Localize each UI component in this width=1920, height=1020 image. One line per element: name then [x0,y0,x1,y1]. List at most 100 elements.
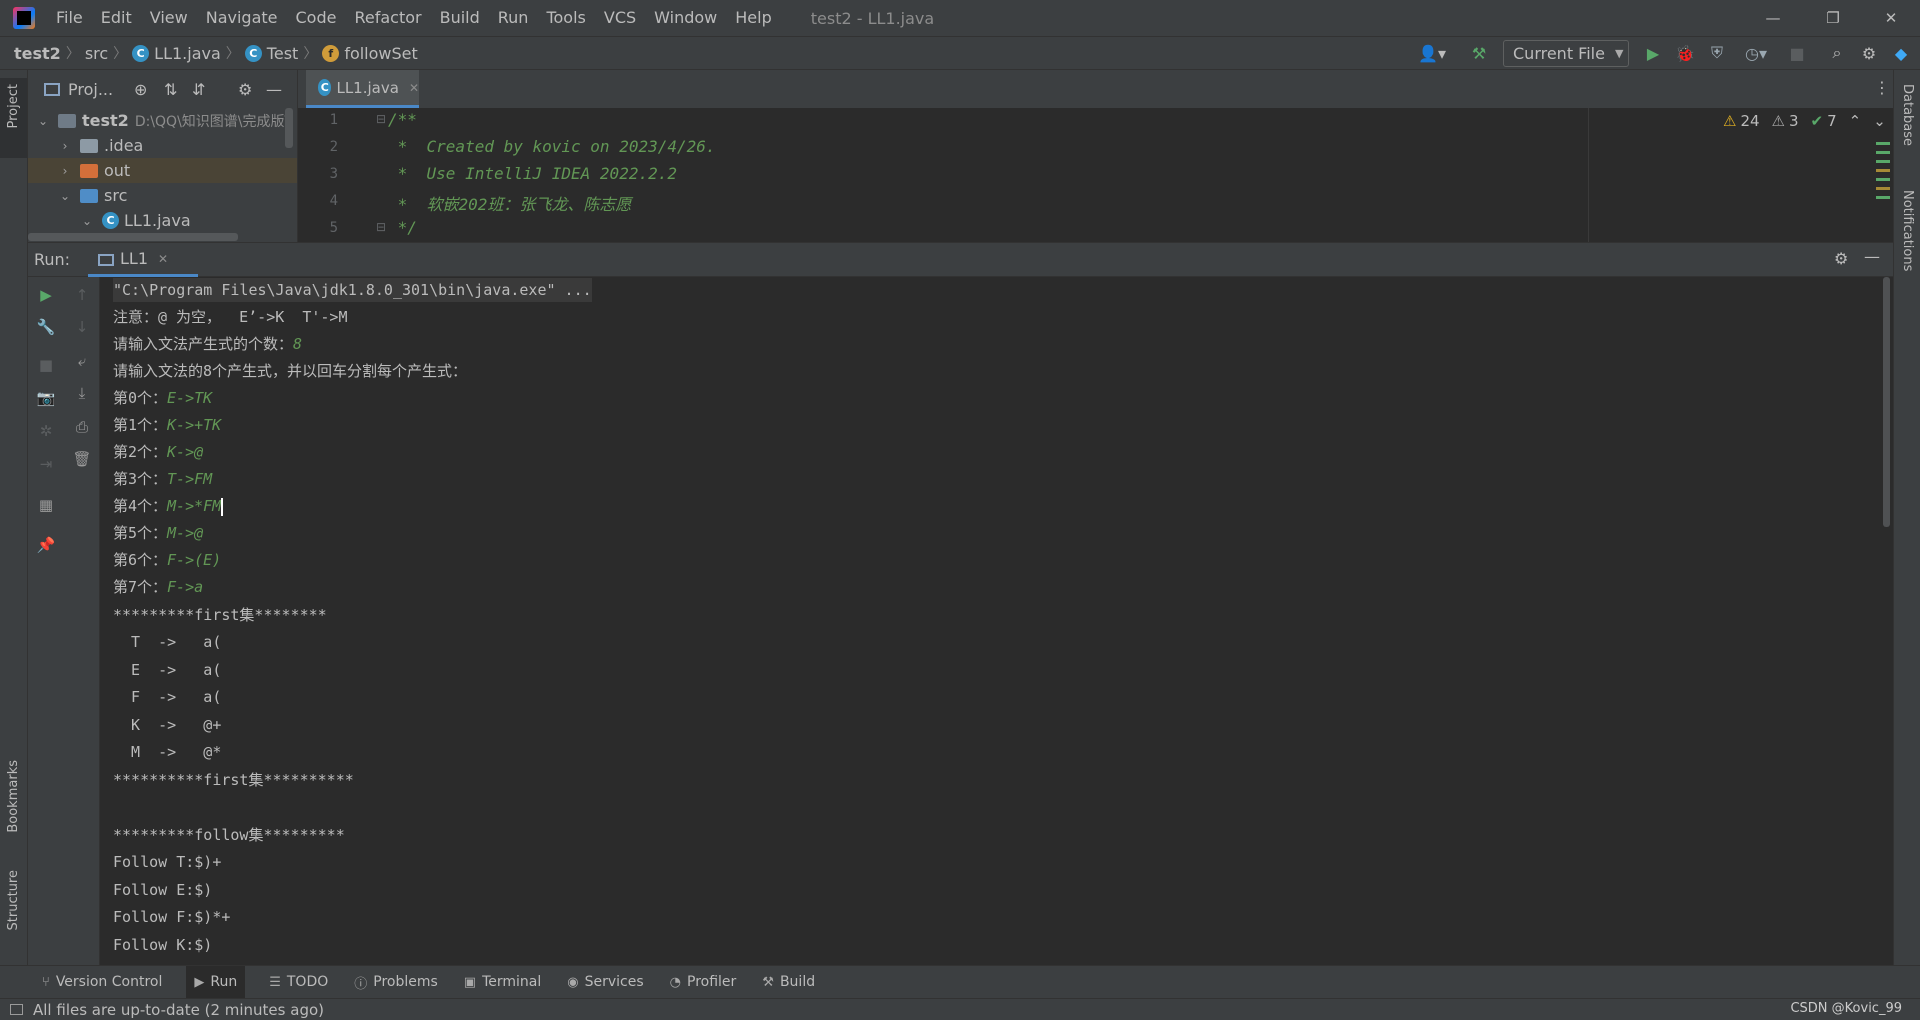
project-stripe-button[interactable]: Project [0,78,27,158]
close-icon[interactable]: ✕ [1868,0,1914,36]
build-button[interactable]: ⚒ Build [760,966,817,999]
problems-button[interactable]: ⓘ Problems [352,966,440,999]
soft-wrap-icon[interactable]: ⤶ [72,351,92,371]
print-icon[interactable]: ⎙ [72,417,92,437]
gear-icon[interactable]: ⚙ [1834,249,1848,268]
menu-refactor[interactable]: Refactor [345,0,430,36]
collapse-all-icon[interactable]: ⇵ [192,80,205,99]
locate-icon[interactable]: ⊕ [134,80,147,99]
tree-item-idea[interactable]: › .idea [28,133,297,158]
gear-icon[interactable]: ⚙ [1858,42,1880,64]
profiler-button[interactable]: ◔ Profiler [668,966,739,999]
rerun-icon[interactable]: ▶ [36,285,56,305]
tree-item-out[interactable]: › out [28,158,297,183]
scroll-to-end-icon[interactable]: ⤓ [72,383,92,403]
hide-icon[interactable]: — [266,80,282,99]
breadcrumb-method[interactable]: followSet [344,44,417,63]
previous-highlight-icon[interactable]: ⌃ [1849,112,1862,130]
stop-icon[interactable]: ■ [36,355,56,375]
editor-tab-ll1-java[interactable]: C LL1.java ✕ [306,70,419,108]
close-tab-icon[interactable]: ✕ [409,81,419,95]
stop-icon[interactable]: ■ [1786,42,1808,64]
menu-view[interactable]: View [141,0,197,36]
panel-toggle-icon[interactable] [10,1004,23,1015]
hide-icon[interactable]: — [1864,247,1880,266]
chevron-right-icon: › [62,138,68,153]
menu-run[interactable]: Run [489,0,538,36]
menu-code[interactable]: Code [287,0,346,36]
menu-window[interactable]: Window [645,0,726,36]
fold-icon[interactable]: ⊟ [376,220,386,234]
arrow-down-icon[interactable]: ↓ [72,317,92,337]
toolbox-icon[interactable]: ◆ [1890,42,1912,64]
camera-icon[interactable]: 📷 [36,388,56,408]
breadcrumb-project[interactable]: test2 [14,44,61,63]
pin-icon[interactable]: 📌 [36,535,56,555]
more-icon[interactable]: ⋮ [1874,78,1890,97]
bookmarks-stripe-label[interactable]: Bookmarks [6,760,21,833]
tree-item-ll1-java[interactable]: ⌄ C LL1.java [28,208,297,233]
notifications-stripe-label[interactable]: Notifications [1900,190,1915,271]
trash-icon[interactable]: 🗑 [72,449,92,469]
fold-icon[interactable]: ⊟ [376,112,386,126]
close-tab-icon[interactable]: ✕ [158,252,168,266]
breadcrumb-src[interactable]: src [85,44,108,63]
menu-file[interactable]: File [47,0,92,36]
restore-icon[interactable]: ❐ [1810,0,1856,36]
debug-icon[interactable]: 🐞 [1674,42,1696,64]
tree-item-test2[interactable]: ⌄ test2 D:\QQ\知识图谱\完成版\ [28,108,297,133]
run-configuration-select[interactable]: Current File ▼ [1503,40,1629,67]
menu-edit[interactable]: Edit [92,0,141,36]
scrollbar-thumb[interactable] [1883,277,1890,527]
wrench-icon[interactable]: 🔧 [36,317,56,337]
next-highlight-icon[interactable]: ⌄ [1873,112,1886,130]
menu-help[interactable]: Help [726,0,780,36]
minimize-icon[interactable]: — [1750,0,1796,36]
menu-navigate[interactable]: Navigate [197,0,287,36]
menu-vcs[interactable]: VCS [595,0,645,36]
gear-icon[interactable]: ⚙ [238,80,252,99]
build-hammer-icon[interactable]: ⚒ [1468,42,1490,64]
structure-stripe-label[interactable]: Structure [6,870,21,930]
profile-icon[interactable]: ◷▾ [1738,42,1774,64]
coverage-icon[interactable]: ⛨ [1706,42,1728,64]
terminal-button[interactable]: ▣ Terminal [462,966,543,999]
debug-icon[interactable]: ✲ [36,421,56,441]
run-toolbar-primary: ▶ 🔧 ■ 📷 ✲ ⇥ ▦ 📌 [28,277,64,965]
console-line: M -> @* [113,743,222,761]
console-line: 第0个：E->TK [113,389,213,407]
vertical-scrollbar[interactable] [285,108,293,148]
run-icon[interactable]: ▶ [1642,42,1664,64]
menu-tools[interactable]: Tools [537,0,594,36]
console-line: 第1个：K->+TK [113,416,222,434]
tree-item-src[interactable]: ⌄ src [28,183,297,208]
version-control-button[interactable]: ⑂ Version Control [40,966,164,999]
user-icon[interactable]: 👤▾ [1415,42,1449,64]
database-stripe-label[interactable]: Database [1900,84,1915,146]
exit-icon[interactable]: ⇥ [36,454,56,474]
inspection-widget[interactable]: ⚠ 24 ⚠ 3 ✔ 7 ⌃ ⌄ [1723,112,1886,130]
arrow-up-icon[interactable]: ↑ [72,285,92,305]
layout-icon[interactable]: ▦ [36,495,56,515]
console-output[interactable]: "C:\Program Files\Java\jdk1.8.0_301\bin\… [100,277,1880,965]
breadcrumb-class[interactable]: Test [267,44,299,63]
todo-button[interactable]: ☰ TODO [267,966,330,999]
run-tab-ll1[interactable]: LL1 ✕ [88,243,198,277]
console-scrollbar[interactable] [1880,277,1893,965]
menu-build[interactable]: Build [431,0,489,36]
intellij-logo-icon[interactable] [13,7,35,29]
horizontal-scrollbar[interactable] [28,233,238,241]
hammer-icon: ⚒ [762,974,774,990]
editor-tab-label: LL1.java [336,78,399,97]
breadcrumb-file[interactable]: LL1.java [154,44,221,63]
expand-all-icon[interactable]: ⇅ [164,80,177,99]
code-line: * 软嵌202班：张飞龙、陈志愿 [388,195,632,214]
services-button[interactable]: ◉ Services [565,966,645,999]
error-stripe[interactable] [1876,138,1890,238]
chevron-down-icon: ⌄ [81,213,93,228]
search-icon[interactable]: ⌕ [1826,42,1848,64]
code-editor[interactable]: 1 2 3 4 5 ⊟ ⊟ /** * Created by kovic on … [297,108,1893,242]
run-button[interactable]: ▶ Run [186,965,246,999]
status-message[interactable]: All files are up-to-date (2 minutes ago) [33,1001,324,1019]
project-panel-title[interactable]: Proj... [68,80,113,99]
